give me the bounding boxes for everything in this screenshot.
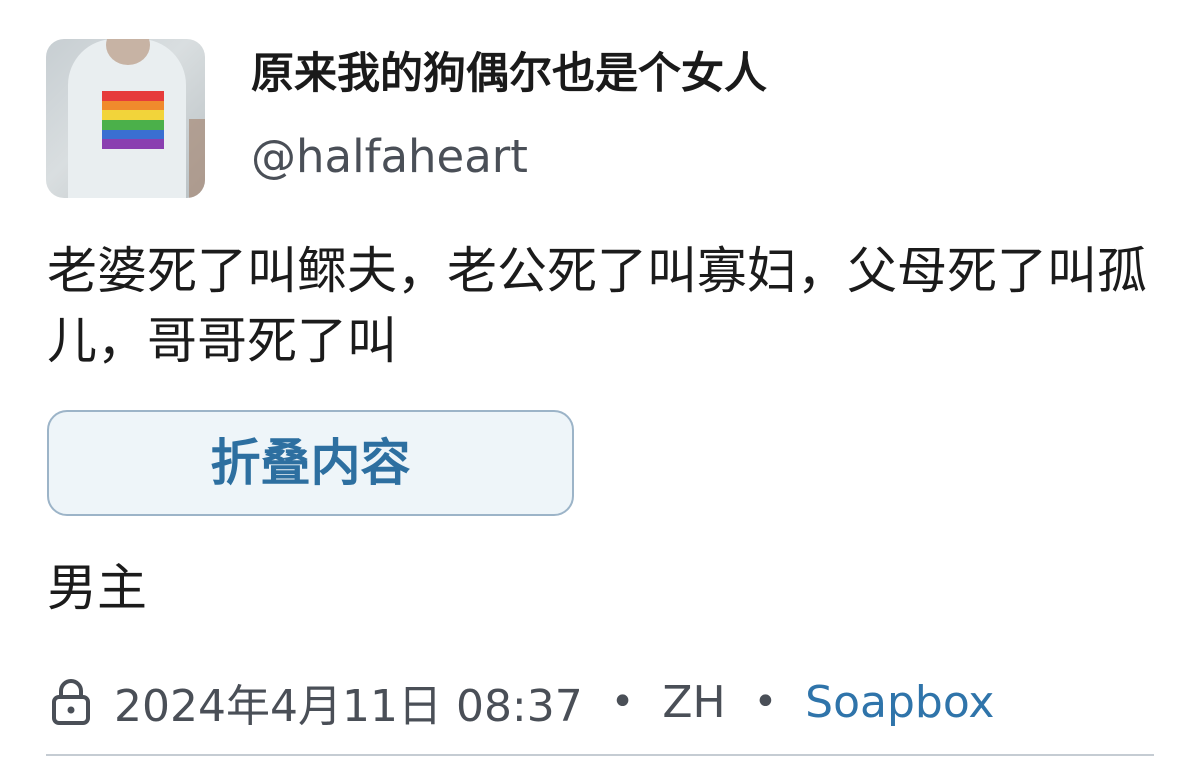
flag-stripe <box>102 139 164 150</box>
post-language: ZH <box>662 676 726 728</box>
avatar-background <box>189 119 205 198</box>
status-post: 原来我的狗偶尔也是个女人 @halfaheart 老婆死了叫鳏夫，老公死了叫寡妇… <box>0 0 1200 758</box>
revealed-content: 男主 <box>47 559 147 617</box>
flag-stripe <box>102 91 164 101</box>
flag-stripe <box>102 100 164 111</box>
divider <box>46 754 1154 756</box>
post-content: 老婆死了叫鳏夫，老公死了叫寡妇，父母死了叫孤儿，哥哥死了叫 <box>47 242 1147 370</box>
post-timestamp[interactable]: 2024年4月11日 08:37 <box>114 670 583 734</box>
rainbow-flag-icon <box>102 91 164 150</box>
flag-stripe <box>102 120 164 130</box>
lock-icon <box>52 679 90 725</box>
author-display-name[interactable]: 原来我的狗偶尔也是个女人 <box>251 44 767 104</box>
collapse-content-button[interactable]: 折叠内容 <box>47 410 574 516</box>
flag-stripe <box>102 129 164 140</box>
flag-stripe <box>102 110 164 121</box>
meta-separator: • <box>610 679 635 725</box>
post-meta: 2024年4月11日 08:37 • ZH • Soapbox <box>50 668 994 736</box>
client-app-link[interactable]: Soapbox <box>805 677 994 728</box>
meta-separator: • <box>753 679 778 725</box>
avatar[interactable] <box>46 39 205 198</box>
author-handle[interactable]: @halfaheart <box>251 126 528 188</box>
